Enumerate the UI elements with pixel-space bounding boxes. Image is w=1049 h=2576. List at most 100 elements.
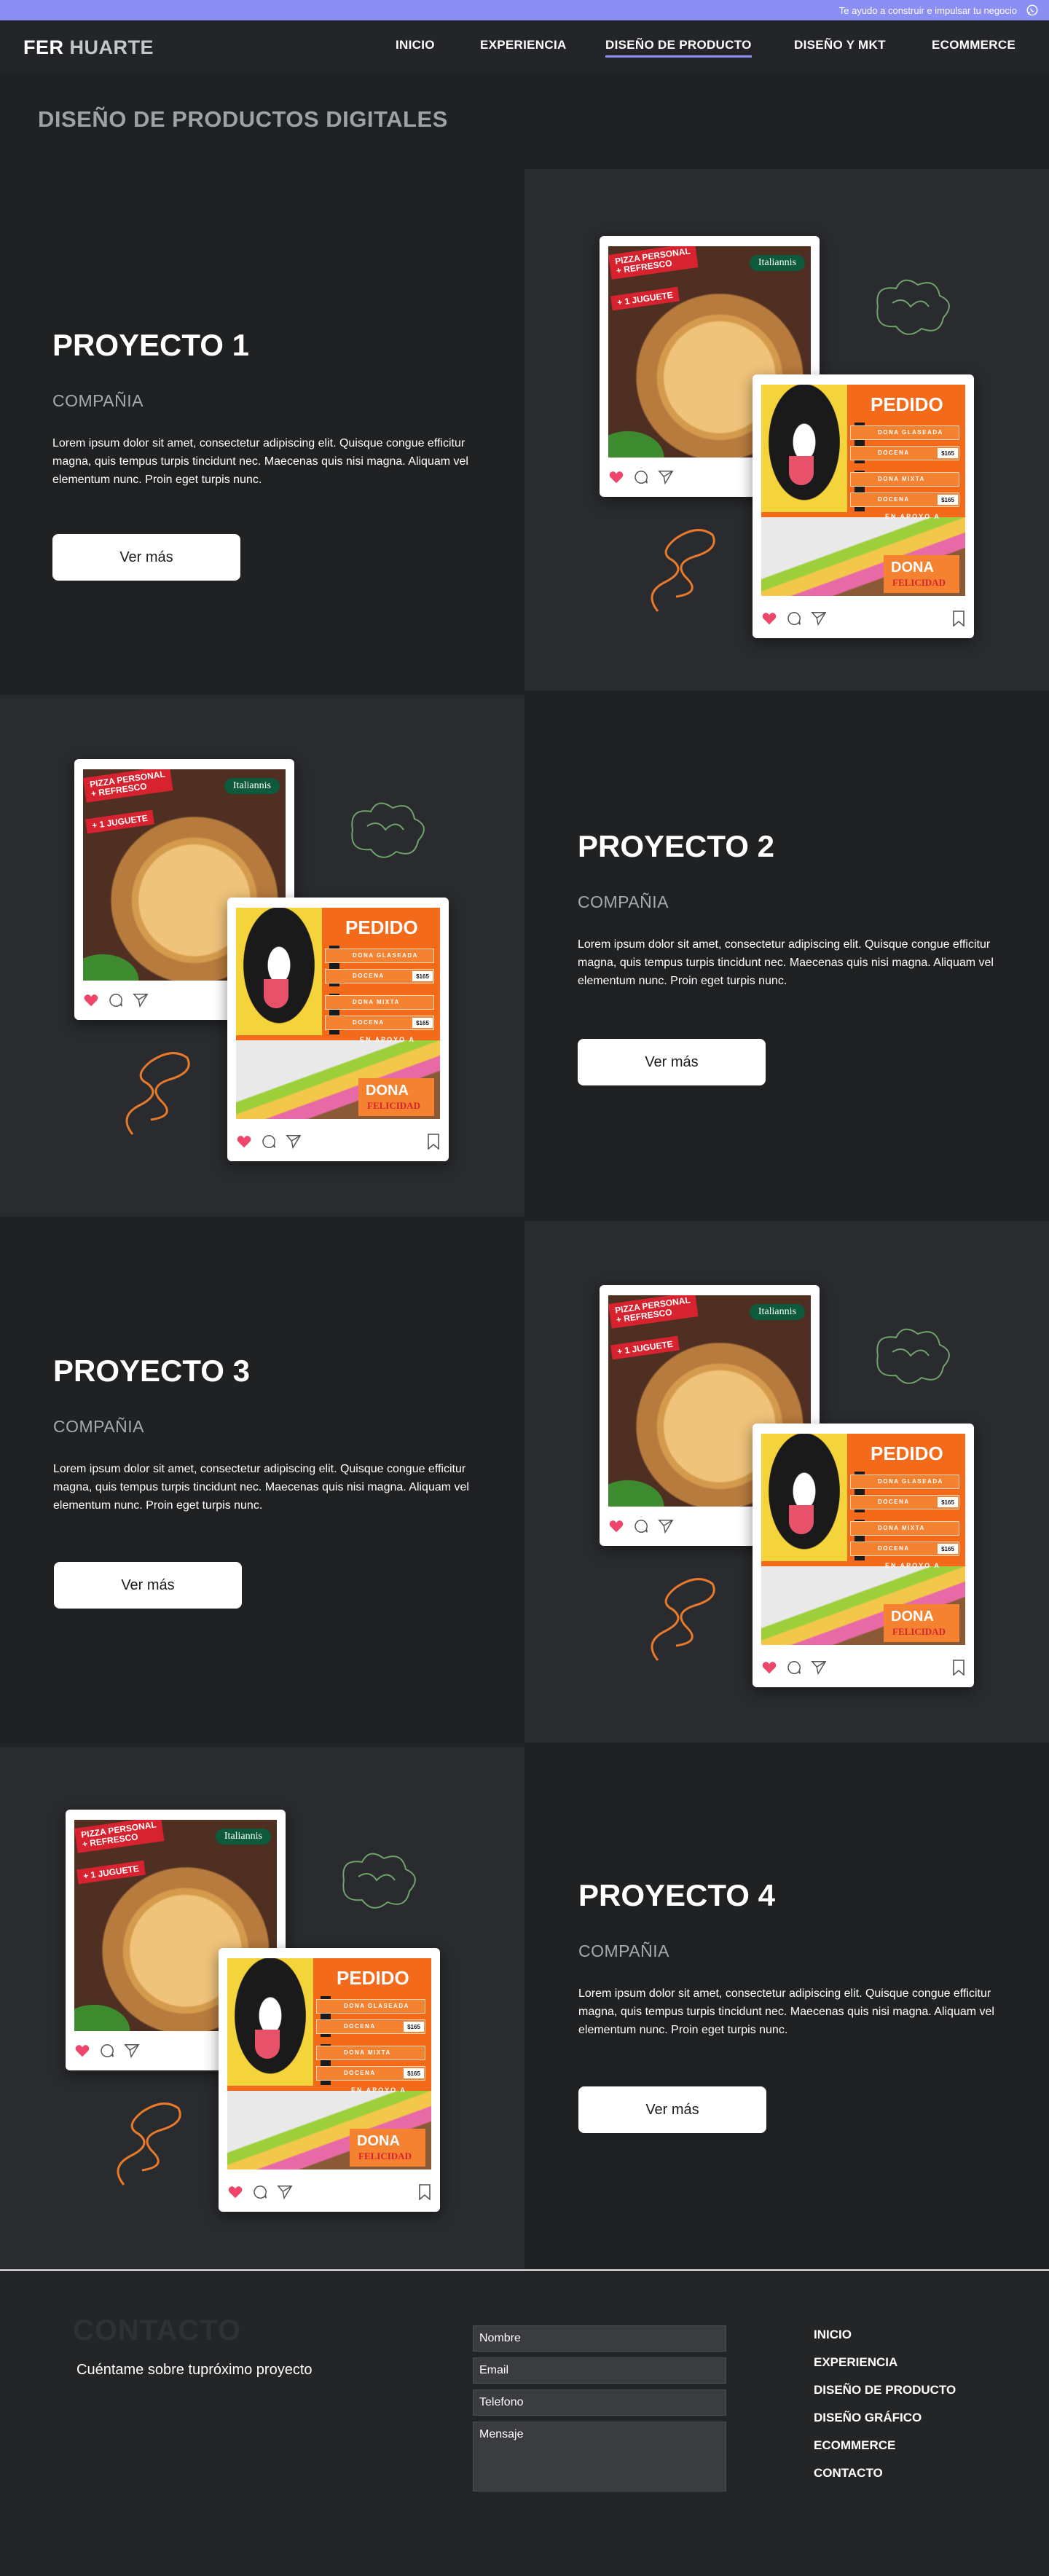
comment-icon[interactable] xyxy=(108,992,124,1008)
project-section-2: PIZZA PERSONAL + REFRESCO + 1 JUGUETE Ita… xyxy=(0,695,1049,1217)
send-icon[interactable] xyxy=(286,1134,302,1150)
footer-link-inicio[interactable]: INICIO xyxy=(814,2328,852,2342)
name-field[interactable]: Nombre xyxy=(473,2325,726,2352)
heart-icon[interactable] xyxy=(608,469,624,485)
order-item-2: DOCENA xyxy=(344,2023,376,2030)
dona-tag: DONA FELICIDAD xyxy=(350,2129,425,2167)
send-icon[interactable] xyxy=(658,469,674,485)
bookmark-icon[interactable] xyxy=(952,1660,965,1676)
footer-link-contacto[interactable]: CONTACTO xyxy=(814,2466,883,2481)
logo-first: FER xyxy=(23,36,64,58)
brand-tag: Italiannis xyxy=(215,1829,271,1845)
pizza-badge: PIZZA PERSONAL + REFRESCO xyxy=(74,1820,165,1853)
order-item-3: DONA MIXTA xyxy=(878,1525,925,1531)
pizza-badge: PIZZA PERSONAL + REFRESCO xyxy=(608,1295,699,1329)
heart-icon[interactable] xyxy=(83,992,99,1008)
nav-item-ecommerce[interactable]: ECOMMERCE xyxy=(932,38,1015,52)
dog-photo xyxy=(227,1958,313,2086)
heart-icon[interactable] xyxy=(761,610,777,627)
pizza-badge-toy: + 1 JUGUETE xyxy=(610,1335,680,1360)
ver-mas-button[interactable]: Ver más xyxy=(578,2086,766,2133)
post-card-order[interactable]: PEDIDO DONA GLASEADA DOCENA $165 DONA MI… xyxy=(219,1948,440,2212)
order-support: EN APOYO A xyxy=(351,2086,406,2094)
heart-icon[interactable] xyxy=(236,1134,252,1150)
send-icon[interactable] xyxy=(811,1660,827,1676)
send-icon[interactable] xyxy=(658,1518,674,1534)
pizza-badge: PIZZA PERSONAL + REFRESCO xyxy=(83,769,173,803)
order-item-4: DOCENA xyxy=(878,1545,910,1552)
squiggle-orange-icon xyxy=(651,529,715,612)
whatsapp-icon[interactable] xyxy=(1026,4,1039,17)
dona-tag: DONA FELICIDAD xyxy=(884,1604,959,1642)
nav-item-diseno-mkt[interactable]: DISEÑO Y MKT xyxy=(794,38,886,52)
order-price-1: $165 xyxy=(938,448,958,458)
footer-link-ecommerce[interactable]: ECOMMERCE xyxy=(814,2438,895,2453)
herb-decoration xyxy=(74,1998,140,2031)
phone-field[interactable]: Telefono xyxy=(473,2390,726,2416)
comment-icon[interactable] xyxy=(786,1660,802,1676)
footer-link-diseno-producto[interactable]: DISEÑO DE PRODUCTO xyxy=(814,2383,956,2398)
order-item-4: DOCENA xyxy=(878,496,910,503)
bookmark-icon[interactable] xyxy=(427,1134,440,1150)
email-field[interactable]: Email xyxy=(473,2357,726,2384)
send-icon[interactable] xyxy=(277,2184,293,2200)
comment-icon[interactable] xyxy=(633,1518,649,1534)
post-card-order[interactable]: PEDIDO DONA GLASEADA DOCENA $165 DONA MI… xyxy=(227,898,449,1161)
nav-item-diseno-producto[interactable]: DISEÑO DE PRODUCTO xyxy=(605,38,752,58)
project-mockup: PIZZA PERSONAL + REFRESCO + 1 JUGUETE Ita… xyxy=(600,1285,1049,1708)
bookmark-icon[interactable] xyxy=(418,2184,431,2200)
ver-mas-button[interactable]: Ver más xyxy=(54,1562,242,1609)
brand-tag: Italiannis xyxy=(749,1304,805,1320)
order-item-1: DONA GLASEADA xyxy=(353,952,418,959)
send-icon[interactable] xyxy=(811,610,827,627)
order-price-1: $165 xyxy=(412,971,433,981)
order-support: EN APOYO A xyxy=(360,1036,415,1043)
order-title: PEDIDO xyxy=(871,393,943,415)
navbar: FER HUARTE INICIO EXPERIENCIA DISEÑO DE … xyxy=(0,20,1049,73)
comment-icon[interactable] xyxy=(786,610,802,627)
herb-decoration xyxy=(608,424,674,458)
post-card-order[interactable]: PEDIDO DONA GLASEADA DOCENA $165 DONA MI… xyxy=(753,1424,974,1687)
squiggle-green-icon xyxy=(342,1853,416,1909)
post-card-order[interactable]: PEDIDO DONA GLASEADA DOCENA $165 DONA MI… xyxy=(753,374,974,638)
heart-icon[interactable] xyxy=(227,2184,243,2200)
send-icon[interactable] xyxy=(133,992,149,1008)
order-price-1: $165 xyxy=(404,2022,424,2032)
order-item-2: DOCENA xyxy=(878,449,910,456)
herb-decoration xyxy=(608,1473,674,1507)
heart-icon[interactable] xyxy=(608,1518,624,1534)
pizza-badge-toy: + 1 JUGUETE xyxy=(76,1860,146,1885)
project-description: Lorem ipsum dolor sit amet, consectetur … xyxy=(578,938,994,987)
heart-icon[interactable] xyxy=(761,1660,777,1676)
project-section-4: PIZZA PERSONAL + REFRESCO + 1 JUGUETE Ita… xyxy=(0,1747,1049,2269)
comment-icon[interactable] xyxy=(261,1134,277,1150)
dona-tag: DONA FELICIDAD xyxy=(884,555,959,593)
heart-icon[interactable] xyxy=(74,2043,90,2059)
footer-link-experiencia[interactable]: EXPERIENCIA xyxy=(814,2355,897,2370)
project-title: PROYECTO 1 xyxy=(52,328,249,362)
nav-item-inicio[interactable]: INICIO xyxy=(396,38,435,52)
footer-link-diseno-grafico[interactable]: DISEÑO GRÁFICO xyxy=(814,2411,922,2425)
project-title: PROYECTO 2 xyxy=(578,829,774,863)
top-banner: Te ayudo a construir e impulsar tu negoc… xyxy=(0,0,1049,20)
order-title: PEDIDO xyxy=(871,1442,943,1464)
pizza-badge: PIZZA PERSONAL + REFRESCO xyxy=(608,246,699,280)
order-support: EN APOYO A xyxy=(885,513,940,520)
message-field[interactable]: Mensaje xyxy=(473,2422,726,2491)
nav-item-experiencia[interactable]: EXPERIENCIA xyxy=(480,38,567,52)
project-section-1: PROYECTO 1 COMPAÑIA Lorem ipsum dolor si… xyxy=(0,169,1049,691)
comment-icon[interactable] xyxy=(633,469,649,485)
ver-mas-button[interactable]: Ver más xyxy=(52,534,240,581)
ver-mas-button[interactable]: Ver más xyxy=(578,1039,766,1085)
order-item-4: DOCENA xyxy=(353,1019,385,1026)
project-mockup: PIZZA PERSONAL + REFRESCO + 1 JUGUETE Ita… xyxy=(74,759,548,1182)
bookmark-icon[interactable] xyxy=(952,610,965,627)
project-description: Lorem ipsum dolor sit amet, consectetur … xyxy=(578,1987,994,2036)
comment-icon[interactable] xyxy=(252,2184,268,2200)
order-image: PEDIDO DONA GLASEADA DOCENA $165 DONA MI… xyxy=(236,908,440,1119)
project-description: Lorem ipsum dolor sit amet, consectetur … xyxy=(52,437,468,486)
comment-icon[interactable] xyxy=(99,2043,115,2059)
logo[interactable]: FER HUARTE xyxy=(23,36,154,59)
pizza-badge-toy: + 1 JUGUETE xyxy=(85,809,154,834)
send-icon[interactable] xyxy=(124,2043,140,2059)
